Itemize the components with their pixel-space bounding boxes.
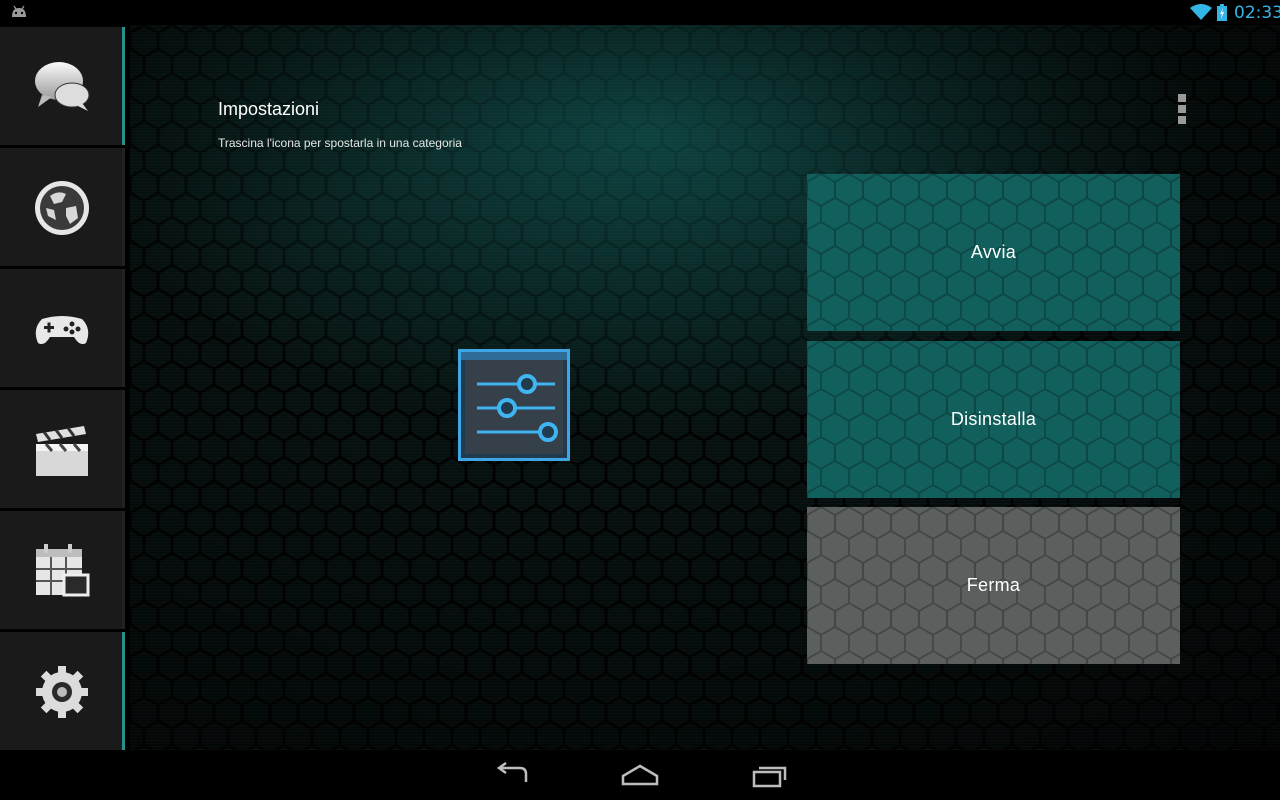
clapperboard-icon [36,426,88,476]
page-title: Impostazioni [218,99,320,119]
sidebar-item-tools[interactable] [0,511,125,629]
gamepad-icon [35,316,89,345]
gear-icon [36,666,88,718]
wifi-icon [1190,4,1212,20]
sidebar-item-media[interactable] [0,390,125,508]
recents-icon[interactable] [749,762,789,788]
battery-charging-icon [1217,4,1227,21]
category-sidebar [0,25,130,750]
calendar-grid-icon [36,544,90,597]
start-button[interactable]: Avvia [807,174,1180,331]
stop-button[interactable]: Ferma [807,507,1180,664]
settings-sliders-icon[interactable] [457,348,571,462]
back-icon[interactable] [492,762,532,788]
stop-label: Ferma [966,575,1021,595]
start-label: Avvia [970,242,1017,262]
android-icon [12,5,26,17]
uninstall-button[interactable]: Disinstalla [807,341,1180,498]
status-bar: 02:33 [0,0,1280,25]
overflow-menu-icon[interactable] [1175,94,1189,128]
globe-icon [35,181,89,235]
status-clock: 02:33 [1234,3,1280,23]
home-icon[interactable] [620,762,660,788]
sidebar-item-chat[interactable] [0,27,125,145]
sidebar-item-settings[interactable] [0,632,125,750]
sidebar-item-internet[interactable] [0,148,125,266]
chat-bubbles-icon [35,62,90,111]
page-subtitle: Trascina l'icona per spostarla in una ca… [218,136,462,150]
sidebar-item-games[interactable] [0,269,125,387]
uninstall-label: Disinstalla [950,409,1037,429]
navigation-bar [0,750,1280,800]
